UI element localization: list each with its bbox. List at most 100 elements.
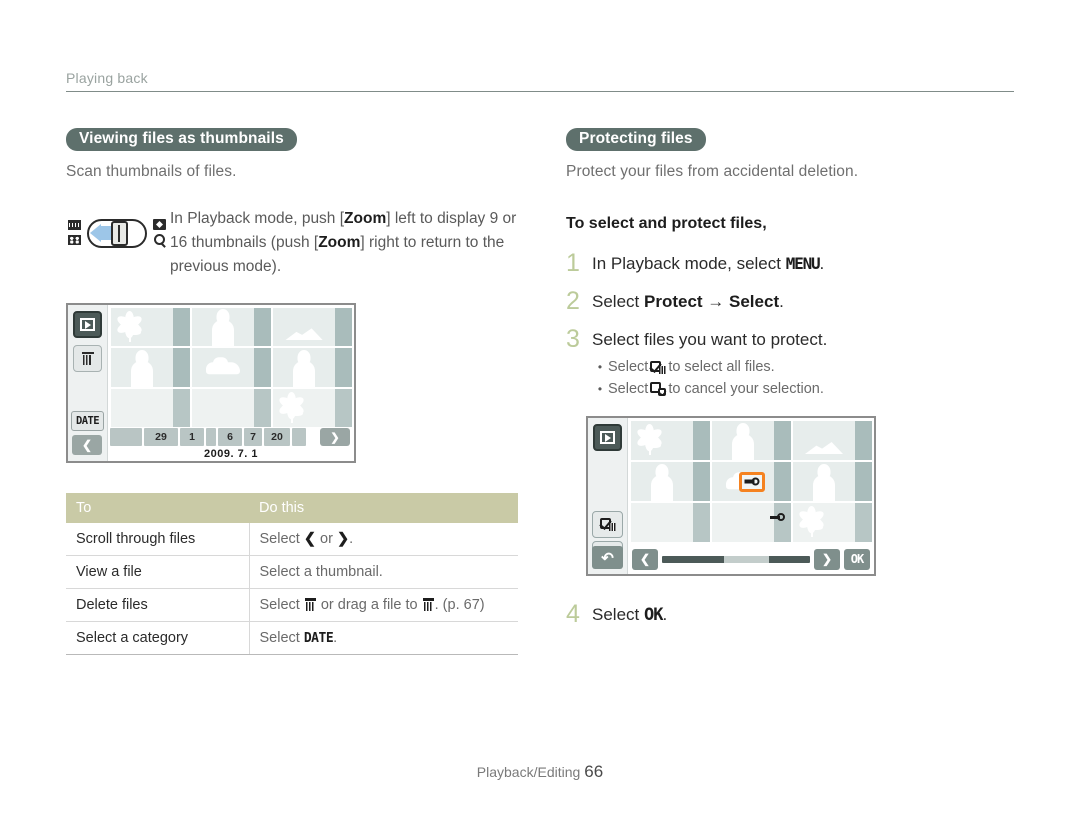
thumbnail-image-flower — [793, 503, 855, 542]
thumbnail-image-flower — [111, 308, 173, 347]
table-cell-to: View a file — [66, 555, 250, 589]
table-header-do-this: Do this — [249, 493, 518, 523]
note-zoom-key-2: Zoom — [318, 234, 361, 251]
screen-side-toolbar: DATE ❮ — [68, 305, 108, 461]
zoom-lever-illustration — [66, 207, 170, 253]
thumbnail-cell[interactable] — [111, 348, 190, 387]
thumbnail-cell[interactable] — [793, 462, 872, 501]
running-head-text: Playing back — [66, 70, 148, 86]
date-cell[interactable]: 20 — [264, 428, 290, 446]
thumbnail-cell-selected[interactable] — [712, 462, 791, 501]
camera-screen-protect-wrapper: ❮ ❯ OK ↶ — [566, 416, 1018, 576]
date-cell[interactable]: 7 — [244, 428, 262, 446]
date-cell[interactable] — [110, 428, 142, 446]
thumbnail-cell[interactable] — [111, 308, 190, 347]
uncheck-all-icon — [650, 382, 667, 396]
menu-option-protect: Protect — [643, 292, 703, 311]
thumbnail-cell[interactable] — [192, 308, 271, 347]
step-text: Select Protect → Select. — [592, 289, 784, 314]
select-all-button[interactable] — [592, 511, 623, 538]
mountain-silhouette — [805, 442, 843, 454]
person-silhouette — [732, 434, 754, 460]
thumbnail-image-empty — [111, 388, 173, 427]
scroll-next-button[interactable]: ❯ — [320, 428, 350, 446]
table-row: Select a category Select DATE. — [66, 621, 518, 655]
step-item: 1 In Playback mode, select MENU. — [566, 251, 1018, 276]
step-text-suffix: . — [779, 292, 784, 311]
scroll-previous-button[interactable]: ❮ — [632, 548, 658, 570]
thumbnail-strip — [855, 503, 872, 542]
procedure-steps: 1 In Playback mode, select MENU. 2 Selec… — [566, 251, 1018, 400]
thumbnail-cell[interactable] — [111, 388, 190, 427]
procedure-title: To select and protect files, — [566, 215, 767, 232]
thumbnail-cell[interactable] — [273, 308, 352, 347]
thumbnail-cell[interactable] — [631, 421, 710, 460]
ok-button[interactable]: OK — [844, 548, 870, 570]
chevron-right-icon: ❯ — [336, 531, 350, 547]
trash-icon — [81, 351, 94, 366]
date-cell[interactable] — [292, 428, 306, 446]
thumbnail-cell[interactable] — [712, 421, 791, 460]
scroll-previous-button[interactable]: ❮ — [72, 435, 102, 455]
table-cell-do: Select a thumbnail. — [249, 555, 518, 589]
date-cell[interactable] — [206, 428, 216, 446]
thumbnail-cell[interactable] — [273, 388, 352, 427]
step-bullets: • Select to select all files. • Select t… — [592, 356, 827, 400]
playback-mode-button[interactable] — [73, 311, 102, 338]
key-icon — [770, 513, 785, 522]
footer-section-label: Playback/Editing — [476, 764, 581, 780]
table-cell-do: Select DATE. — [249, 621, 518, 655]
back-button[interactable]: ↶ — [592, 546, 623, 569]
bullet-prefix: Select — [608, 381, 649, 397]
bullet-suffix: to cancel your selection. — [668, 381, 824, 397]
thumbnail-strip — [254, 388, 271, 427]
thumbnail-image-landscape — [273, 308, 335, 347]
playback-mode-button[interactable] — [593, 424, 622, 451]
thumbnail-cell[interactable] — [631, 462, 710, 501]
thumbnail-cell[interactable] — [793, 421, 872, 460]
section-subtitle-protecting: Protect your files from accidental delet… — [566, 163, 859, 180]
cell-text: . — [333, 630, 338, 646]
thumbnail-cell[interactable] — [631, 503, 710, 542]
footer-page-number: 66 — [584, 762, 604, 781]
table-cell-to: Select a category — [66, 621, 250, 655]
date-category-button[interactable]: DATE — [71, 411, 104, 431]
thumbnail-strip — [774, 503, 791, 542]
date-cell[interactable]: 6 — [218, 428, 242, 446]
thumbnail-cell[interactable] — [273, 348, 352, 387]
table-cell-to: Delete files — [66, 588, 250, 622]
date-cell[interactable]: 1 — [180, 428, 204, 446]
thumbnail-strip — [693, 503, 710, 542]
trash-icon — [422, 598, 434, 611]
date-cell[interactable]: 29 — [144, 428, 178, 446]
step-item: 2 Select Protect → Select. — [566, 289, 1018, 314]
selection-highlight — [738, 471, 765, 492]
scrollbar-track[interactable] — [662, 555, 810, 563]
ok-icon: OK — [643, 605, 664, 625]
thumbnail-cell[interactable] — [192, 388, 271, 427]
thumbnail-image-person — [273, 348, 335, 387]
table-cell-do: Select ❮ or ❯. — [249, 523, 518, 556]
thumbnail-cell[interactable] — [793, 503, 872, 542]
delete-button[interactable] — [73, 345, 102, 372]
thumbnail-cell-protected[interactable] — [712, 503, 791, 542]
zoom-lever-note: In Playback mode, push [Zoom] left to di… — [66, 207, 518, 279]
step-text-prefix: Select files you want to protect. — [592, 330, 828, 349]
scrollbar-thumb[interactable] — [724, 555, 769, 563]
thumbnail-grid — [108, 305, 354, 427]
right-column: Protecting files Protect your files from… — [566, 128, 1018, 641]
scroll-next-button[interactable]: ❯ — [814, 548, 840, 570]
thumbnail-strip — [855, 421, 872, 460]
cell-text: Select — [259, 531, 304, 547]
thumbnail-strip — [173, 388, 190, 427]
thumbnail-grid-3-icon — [68, 220, 81, 230]
step-text: In Playback mode, select MENU. — [592, 251, 824, 276]
thumbnail-strip — [254, 308, 271, 347]
step-text: Select OK. — [592, 602, 667, 628]
cell-text: Select — [259, 630, 304, 646]
bullet-suffix: to select all files. — [668, 359, 775, 375]
step-text-prefix: Select — [592, 292, 644, 311]
section-subtitle-thumbnails: Scan thumbnails of files. — [66, 163, 237, 180]
note-part1: In Playback mode, push [ — [170, 210, 345, 227]
thumbnail-cell[interactable] — [192, 348, 271, 387]
